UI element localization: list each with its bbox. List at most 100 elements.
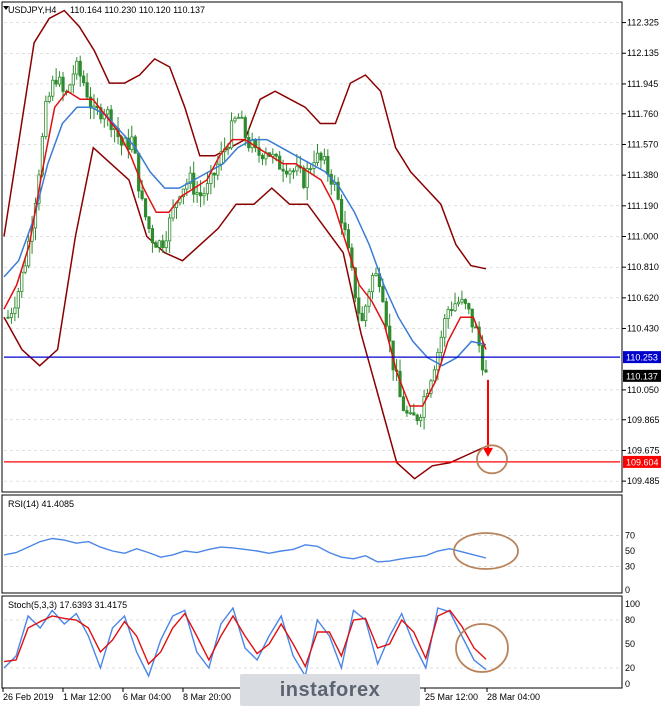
candle-body (446, 309, 450, 320)
ohlc-label: 110.164 110.230 110.120 110.137 (70, 5, 205, 15)
candle-body (157, 240, 161, 248)
candle-body (463, 299, 467, 304)
candle-body (432, 369, 437, 382)
candle-body (229, 120, 234, 149)
time-tick-label: 25 Mar 12:00 (425, 692, 478, 702)
candle-body (401, 396, 406, 411)
candle-body (243, 117, 247, 138)
candle-body (212, 172, 216, 176)
price-tick-label: 110.620 (627, 293, 659, 303)
candle-body (326, 156, 330, 175)
candle-body (226, 147, 230, 150)
candle-body (484, 369, 488, 373)
candle-body (78, 60, 82, 77)
candle-body (233, 117, 237, 122)
indicator-tick-label: 0 (625, 585, 630, 595)
candle-body (319, 152, 323, 161)
candle-body (198, 192, 203, 197)
price-panel[interactable]: 110.253 109.604 110.137 112.325 112.135 111.… (1, 1, 661, 493)
price-tick-label: 111.000 (627, 232, 658, 242)
candle-body (374, 273, 378, 276)
indicator-tick-label: 0 (625, 679, 630, 689)
candle-body (384, 301, 388, 327)
price-tick-label: 112.325 (627, 18, 659, 28)
watermark-logo: instaforex (240, 674, 420, 706)
candle-body (20, 271, 24, 292)
candle-body (357, 297, 361, 314)
price-tick-label: 111.190 (627, 201, 658, 211)
support-price-label: 110.253 (626, 353, 658, 363)
candle-body (281, 168, 285, 172)
candle-body (370, 275, 375, 293)
candle-body (467, 303, 471, 310)
indicator-tick-label: 50 (625, 639, 635, 649)
candle-body (343, 222, 347, 231)
candle-body (295, 165, 299, 172)
candle-body (322, 156, 326, 161)
watermark-text: instaforex (279, 678, 381, 701)
symbol-label: USDJPY,H4 (8, 5, 56, 15)
rsi-panel[interactable]: 70 50 30 0 RSI(14) 41.4085 (1, 494, 635, 595)
candle-body (450, 309, 454, 312)
price-tick-label: 110.810 (627, 262, 659, 272)
candle-body (47, 95, 51, 102)
candle-body (143, 198, 148, 218)
candle-body (291, 170, 296, 173)
price-tick-label: 110.050 (627, 385, 659, 395)
candle-body (16, 291, 20, 309)
candle-body (274, 153, 278, 157)
candle-body (346, 229, 351, 249)
price-tick-label: 109.675 (627, 445, 660, 455)
candle-body (415, 414, 419, 422)
candle-body (412, 412, 416, 416)
time-tick-label: 26 Feb 2019 (3, 692, 54, 702)
price-tick-label: 110.430 (627, 324, 659, 334)
candle-body (460, 299, 464, 303)
candle-body (360, 312, 364, 322)
candle-body (405, 410, 409, 414)
candle-body (82, 75, 86, 84)
candle-body (85, 82, 89, 98)
indicator-tick-label: 70 (625, 530, 635, 540)
rsi-title: RSI(14) 41.4085 (8, 499, 74, 509)
candle-body (453, 303, 457, 312)
chart-canvas[interactable]: 110.253 109.604 110.137 112.325 112.135 111.… (0, 0, 665, 708)
price-tick-label: 112.135 (627, 48, 659, 58)
target-price-label: 109.604 (626, 457, 659, 467)
candle-body (9, 313, 14, 318)
candle-body (408, 412, 412, 415)
candle-body (302, 167, 306, 188)
candle-body (443, 318, 447, 338)
candle-body (364, 305, 368, 322)
candle-body (161, 240, 165, 249)
candle-body (164, 240, 168, 249)
indicator-tick-label: 50 (625, 546, 635, 556)
chart-window: 110.253 109.604 110.137 112.325 112.135 111.… (0, 0, 665, 708)
candle-body (202, 193, 206, 197)
candle-body (309, 168, 313, 170)
price-tick-label: 111.945 (627, 79, 658, 89)
candle-body (106, 109, 110, 115)
candle-body (439, 336, 443, 353)
candle-body (6, 316, 10, 319)
candle-body (205, 183, 210, 195)
candle-body (71, 73, 75, 86)
candle-body (339, 198, 344, 224)
candle-body (195, 192, 199, 195)
candle-body (260, 154, 265, 160)
stoch-title: Stoch(5,3,3) 17.6393 31.4175 (8, 600, 127, 610)
candle-body (240, 116, 244, 119)
candle-body (57, 76, 62, 85)
price-tick-label: 111.570 (627, 139, 658, 149)
candle-body (192, 172, 196, 195)
candle-body (140, 190, 144, 200)
price-tick-label: 109.865 (627, 415, 660, 425)
current-price-label: 110.137 (626, 371, 658, 381)
time-tick-label: 28 Mar 04:00 (487, 692, 540, 702)
price-tick-label: 111.760 (627, 109, 658, 119)
candle-body (54, 79, 58, 85)
candle-body (315, 152, 320, 163)
time-tick-label: 1 Mar 12:00 (63, 692, 111, 702)
candle-body (419, 416, 423, 422)
candle-body (51, 79, 55, 97)
